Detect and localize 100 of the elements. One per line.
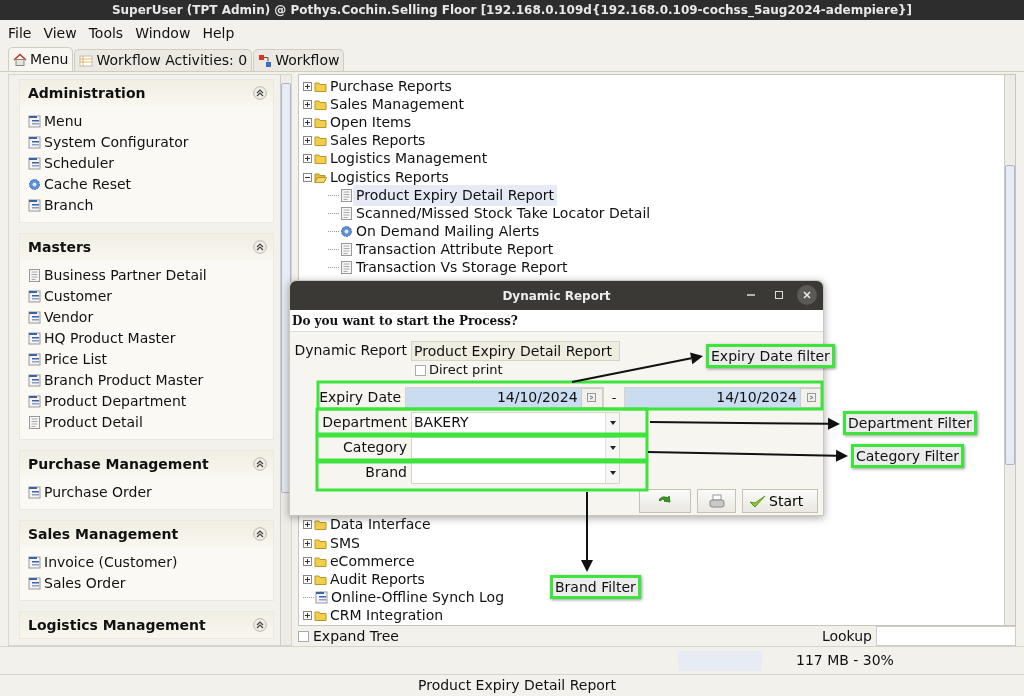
menu-item[interactable]: Tools [84,23,128,44]
maximize-icon [774,290,784,300]
date-field[interactable]: 14/10/2024 [624,386,823,409]
checkbox-label: Expand Tree [313,626,399,646]
folder-icon [314,573,327,587]
folder-icon [314,609,327,623]
menu-link[interactable]: Cache Reset [44,174,132,195]
expand-icon[interactable] [303,117,312,127]
menu-link[interactable]: HQ Product Master [44,328,176,349]
menu-link[interactable]: Scheduler [44,153,115,174]
dropdown-button[interactable] [605,412,619,433]
report-name-field: Product Expiry Detail Report [411,340,620,361]
dialog-message: Do you want to start the Process? [290,310,823,332]
date-field[interactable]: 14/10/2024 [405,386,604,409]
lookup-label: Lookup [821,626,872,646]
window-icon [28,157,41,170]
menu-item[interactable]: View [39,23,81,44]
menu-link[interactable]: System Configurator [44,132,189,153]
document-icon [28,416,41,429]
document-icon [340,261,353,275]
expand-icon[interactable] [303,81,312,91]
caret-icon [608,468,617,477]
lookup-field[interactable] [876,626,1016,646]
open-folder-icon [314,170,327,184]
window-icon [28,290,41,303]
close-button[interactable] [797,285,817,305]
folder-icon [314,554,327,568]
tree-item[interactable]: Product Expiry Detail Report [353,184,558,206]
scrollbar[interactable] [1004,75,1015,625]
menu-link[interactable]: Price List [44,349,108,370]
memory-usage: 117 MB - 30% [796,651,894,670]
window-icon [28,395,41,408]
caret-icon [608,418,617,427]
tab[interactable]: Menu [8,47,74,71]
window-icon [28,115,41,128]
window-icon [28,311,41,324]
window-icon [28,577,41,590]
document-icon [340,243,353,257]
caret-icon [608,443,617,452]
section-title: Sales Management [28,524,179,544]
callout-label: Expiry Date filter [706,344,835,368]
expand-icon[interactable] [303,99,312,109]
checkbox[interactable] [415,364,426,376]
gear-icon [340,225,353,239]
expand-icon[interactable] [303,136,312,146]
menu-link[interactable]: Purchase Order [44,482,152,503]
dialog-title: Dynamic Report [502,287,611,305]
dropdown-field[interactable]: BAKERY [411,411,620,434]
collapse-icon[interactable] [253,527,267,541]
dropdown-button[interactable] [605,437,619,458]
menu-item[interactable]: File [4,23,36,44]
menu-link[interactable]: Customer [44,286,112,307]
menu-link[interactable]: Branch Product Master [44,370,204,391]
collapse-icon[interactable] [303,172,312,182]
field-label: Category [342,438,408,457]
window-icon [28,353,41,366]
menu-link[interactable]: Sales Order [44,573,126,594]
folder-icon [314,152,327,166]
folder-icon [314,79,327,93]
tab[interactable]: Workflow Activities: 0 [74,49,253,71]
start-button[interactable]: Start [742,489,818,513]
callout-label: Category Filter [851,444,965,468]
menu-link[interactable]: Vendor [44,307,94,328]
tab[interactable]: Workflow [253,49,345,71]
workflow-icon [258,53,273,68]
section-title: Logistics Management [28,615,206,635]
menu-link[interactable]: Invoice (Customer) [44,552,178,573]
field-label: Dynamic Report [293,341,408,360]
menu-link[interactable]: Menu [44,111,83,132]
menu-item[interactable]: Window [131,23,195,44]
menu-item[interactable]: Help [198,23,239,44]
expand-icon[interactable] [303,154,312,164]
checkbox[interactable] [298,630,309,642]
dropdown-field[interactable] [411,436,620,459]
expand-icon[interactable] [303,538,312,548]
table-icon [79,53,94,68]
redo-button[interactable] [639,489,691,513]
menu-link[interactable]: Branch [44,195,94,216]
collapse-icon[interactable] [253,240,267,254]
collapse-icon[interactable] [253,618,267,632]
house-icon [13,52,27,67]
callout-label: Department Filter [843,411,977,435]
window-title: SuperUser (TPT Admin) @ Pothys.Cochin.Selling Floor [192.168.0.109d{192.168.0.109-cochss_5aug2024-adempiere}] [0,0,1024,20]
expand-icon[interactable] [303,520,312,530]
printer-icon [708,494,725,508]
checkbox-label: Direct print [429,361,503,380]
folder-icon [314,536,327,550]
expand-icon[interactable] [303,556,312,566]
expand-icon[interactable] [303,611,312,621]
menu-link[interactable]: Product Detail [44,412,143,433]
window-icon [28,332,41,345]
folder-icon [314,518,327,532]
section-title: Purchase Management [28,454,209,474]
close-icon [802,290,812,300]
menu-link[interactable]: Business Partner Detail [44,265,207,286]
expand-icon[interactable] [303,575,312,585]
collapse-icon[interactable] [253,86,267,100]
dropdown-button[interactable] [605,462,619,483]
collapse-icon[interactable] [253,457,267,471]
menu-link[interactable]: Product Department [44,391,187,412]
